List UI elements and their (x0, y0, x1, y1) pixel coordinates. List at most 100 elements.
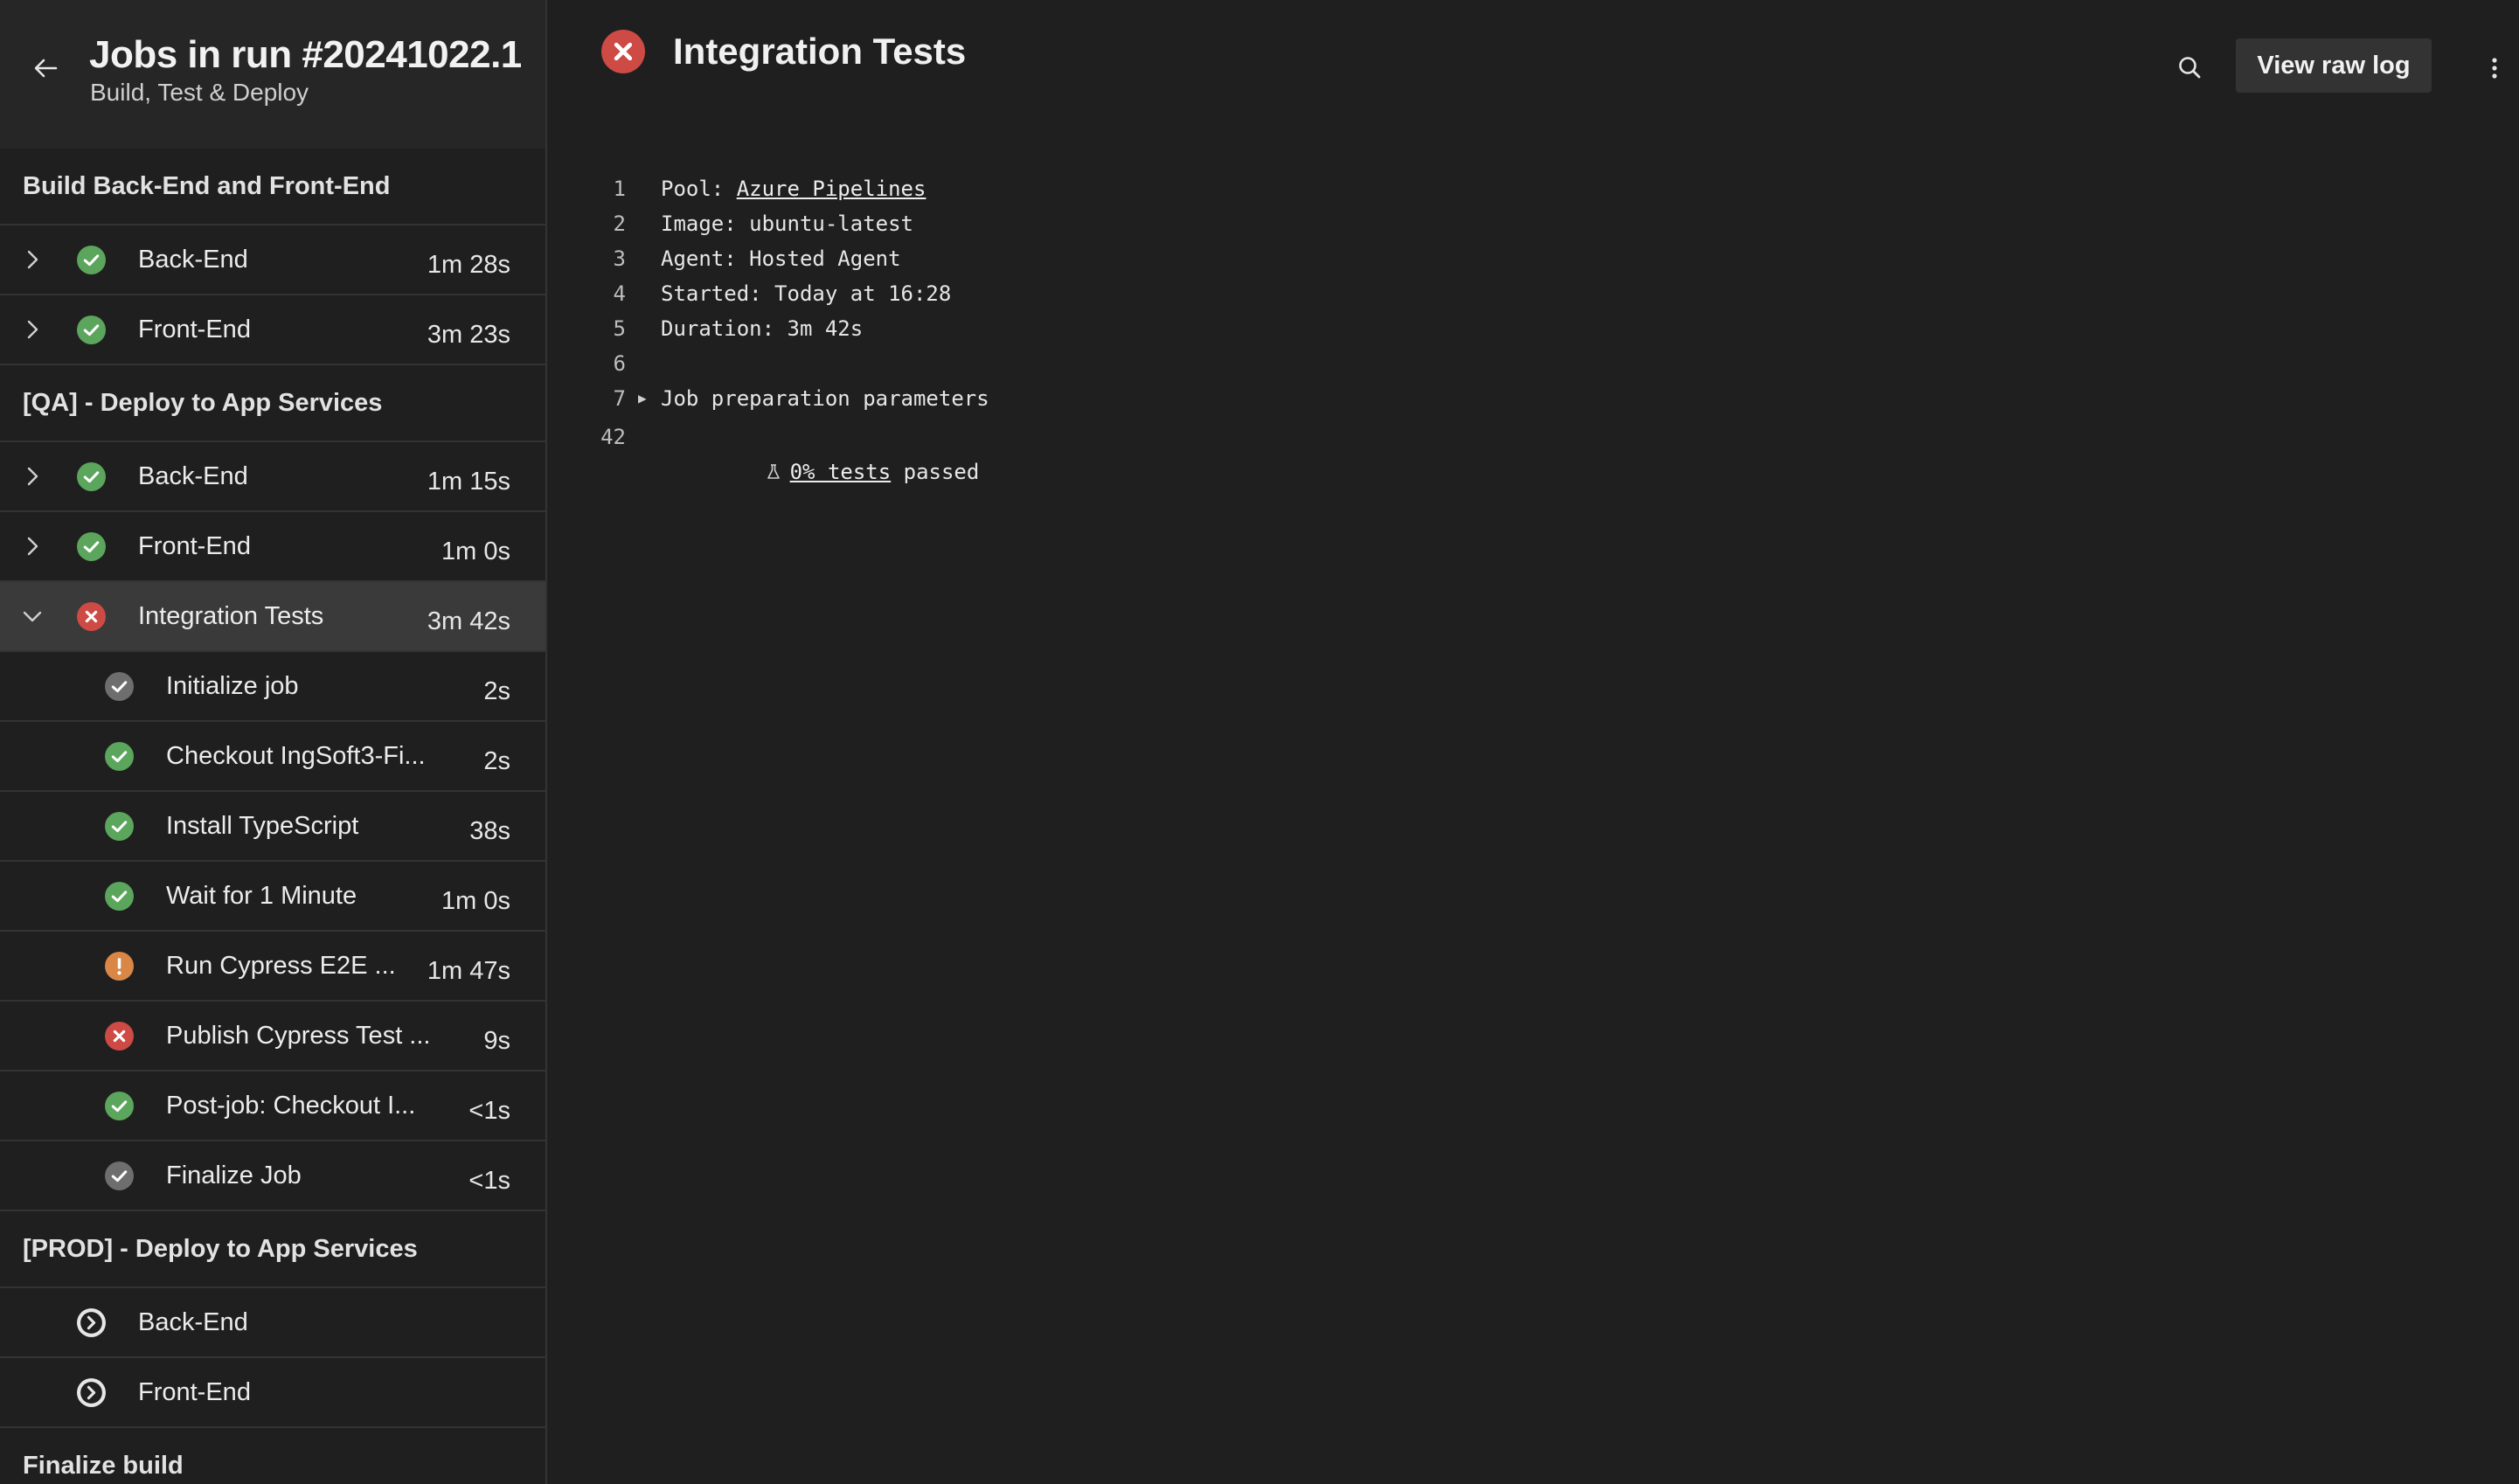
chevron-right-icon[interactable] (19, 246, 45, 273)
job-row-integration-tests[interactable]: Integration Tests 3m 42s (0, 582, 545, 652)
step-row-publish-cypress[interactable]: Publish Cypress Test ... 9s (0, 1002, 545, 1071)
success-icon (77, 532, 106, 561)
step-duration: 2s (483, 677, 510, 705)
stage-header[interactable]: [PROD] - Deploy to App Services (0, 1211, 545, 1288)
run-title: Jobs in run #20241022.1 (89, 33, 522, 76)
step-row-wait[interactable]: Wait for 1 Minute 1m 0s (0, 862, 545, 932)
line-number: 6 (613, 351, 626, 376)
stage-header[interactable]: Finalize build (0, 1428, 545, 1484)
step-label: Initialize job (166, 672, 299, 700)
pending-icon (77, 1378, 106, 1407)
search-button[interactable] (2173, 51, 2208, 86)
step-label: Install TypeScript (166, 812, 359, 840)
job-row-front-end[interactable]: Front-End 1m 0s (0, 512, 545, 582)
search-icon (2179, 57, 2201, 79)
step-row-post-job-checkout[interactable]: Post-job: Checkout I... <1s (0, 1071, 545, 1141)
step-duration: <1s (468, 1097, 510, 1125)
job-label: Front-End (138, 1378, 251, 1406)
success-icon (105, 812, 134, 841)
log-prefix: Pool: (661, 177, 737, 201)
job-duration: 3m 23s (427, 321, 510, 349)
log-text: Duration: 3m 42s (661, 316, 864, 341)
job-row-back-end[interactable]: Back-End 1m 15s (0, 442, 545, 512)
step-row-install-typescript[interactable]: Install TypeScript 38s (0, 792, 545, 862)
log-suffix: passed (891, 460, 980, 484)
job-label: Back-End (138, 462, 248, 490)
job-duration: 1m 0s (441, 537, 510, 565)
done-icon (105, 672, 134, 701)
sidebar-header: Jobs in run #20241022.1 Build, Test & De… (0, 0, 545, 149)
step-label: Finalize Job (166, 1162, 302, 1189)
job-label: Back-End (138, 246, 248, 274)
job-label: Front-End (138, 532, 251, 560)
chevron-right-icon[interactable] (19, 533, 45, 559)
job-log-panel: Integration Tests View raw log 1 Pool: A… (547, 0, 2519, 1484)
job-row-front-end[interactable]: Front-End 3m 23s (0, 295, 545, 365)
step-row-finalize-job[interactable]: Finalize Job <1s (0, 1141, 545, 1211)
job-row-front-end[interactable]: Front-End (0, 1358, 545, 1428)
pending-icon (77, 1308, 106, 1337)
line-number: 7 (613, 386, 626, 411)
job-row-back-end[interactable]: Back-End 1m 28s (0, 225, 545, 295)
done-icon (105, 1162, 134, 1190)
line-number: 5 (613, 316, 626, 341)
view-raw-log-button[interactable]: View raw log (2236, 38, 2432, 93)
more-actions-button[interactable] (2477, 49, 2512, 87)
failed-icon (77, 602, 106, 631)
job-title: Integration Tests (673, 31, 967, 72)
success-icon (105, 1092, 134, 1120)
step-label: Checkout IngSoft3-Fi... (166, 742, 426, 770)
log-text: Started: Today at 16:28 (661, 281, 952, 306)
failed-icon (105, 1022, 134, 1051)
log-text: Agent: Hosted Agent (661, 246, 901, 271)
pool-link[interactable]: Azure Pipelines (737, 177, 926, 201)
step-duration: 38s (469, 817, 510, 845)
chevron-right-icon[interactable] (19, 463, 45, 489)
step-label: Wait for 1 Minute (166, 882, 357, 910)
success-icon (77, 316, 106, 344)
chevron-down-icon[interactable] (19, 603, 45, 629)
arrow-left-icon (34, 59, 58, 78)
success-icon (77, 462, 106, 491)
log-text: Pool: Azure Pipelines (661, 171, 926, 206)
more-vertical-icon (2492, 58, 2497, 79)
job-duration: 1m 28s (427, 251, 510, 279)
job-log-header: Integration Tests (601, 30, 966, 73)
log-text: 0% tests passed (664, 420, 979, 524)
step-duration: 2s (483, 747, 510, 775)
step-duration: 9s (483, 1027, 510, 1055)
log-text: Image: ubuntu-latest (661, 212, 913, 236)
job-label: Front-End (138, 316, 251, 343)
step-duration: <1s (468, 1167, 510, 1195)
chevron-right-icon[interactable] (19, 316, 45, 343)
line-number: 3 (613, 246, 626, 271)
stage-header[interactable]: Build Back-End and Front-End (0, 149, 545, 225)
success-icon (105, 742, 134, 771)
failed-icon (601, 30, 645, 73)
line-number: 2 (613, 212, 626, 236)
flask-icon (767, 464, 780, 479)
success-icon (105, 882, 134, 911)
job-row-back-end[interactable]: Back-End (0, 1288, 545, 1358)
success-icon (77, 246, 106, 274)
log-text: Job preparation parameters (661, 386, 989, 411)
step-label: Run Cypress E2E ... (166, 952, 396, 980)
line-number: 1 (613, 177, 626, 201)
step-row-run-cypress[interactable]: Run Cypress E2E ... 1m 47s (0, 932, 545, 1002)
jobs-sidebar: Jobs in run #20241022.1 Build, Test & De… (0, 0, 547, 1484)
pipeline-name: Build, Test & Deploy (90, 79, 309, 106)
expand-triangle-icon[interactable]: ▶ (638, 381, 647, 416)
tests-link[interactable]: 0% tests (790, 460, 892, 484)
line-number: 4 (613, 281, 626, 306)
step-row-initialize-job[interactable]: Initialize job 2s (0, 652, 545, 722)
stage-header[interactable]: [QA] - Deploy to App Services (0, 365, 545, 442)
step-label: Publish Cypress Test ... (166, 1022, 431, 1050)
back-button[interactable] (26, 49, 65, 87)
job-duration: 3m 42s (427, 607, 510, 635)
step-duration: 1m 0s (441, 887, 510, 915)
job-duration: 1m 15s (427, 468, 510, 496)
job-label: Back-End (138, 1308, 248, 1336)
step-duration: 1m 47s (427, 957, 510, 985)
warning-icon (105, 952, 134, 981)
step-row-checkout[interactable]: Checkout IngSoft3-Fi... 2s (0, 722, 545, 792)
